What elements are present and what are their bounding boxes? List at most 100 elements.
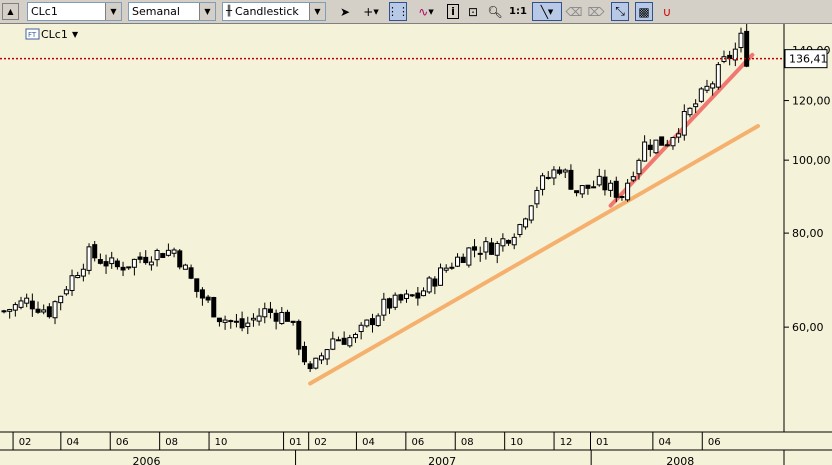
draw-lines-icon: ⤡	[615, 4, 625, 18]
candle	[52, 300, 58, 325]
candle	[307, 361, 313, 372]
candle-body	[664, 144, 670, 147]
snap-button[interactable]: ▩	[635, 2, 653, 21]
candle-body	[489, 242, 495, 255]
x-tick-label: 01	[289, 437, 302, 448]
candle-body	[438, 267, 444, 286]
candle-body	[352, 333, 358, 339]
candle-body	[704, 85, 710, 91]
candle	[364, 319, 370, 328]
chart-type-combo[interactable]: ╫ Candlestick ▼	[222, 2, 326, 21]
candle-body	[698, 88, 704, 102]
candle	[528, 205, 534, 224]
candle-body	[148, 261, 154, 266]
candle	[557, 166, 563, 176]
candle	[409, 294, 415, 298]
candle	[426, 276, 432, 294]
candle-body	[358, 324, 364, 333]
eraser-button[interactable]: ⌫	[565, 2, 583, 21]
candle-body	[301, 345, 307, 363]
grid-toggle-button[interactable]: ⋮⋮	[387, 2, 409, 21]
price-chart[interactable]: 60,0080,00100,00120,00140,00136,41 02040…	[0, 24, 832, 465]
candlestick-icon: ╫	[226, 6, 233, 17]
candle-body	[404, 293, 410, 299]
chevron-down-icon[interactable]: ▼	[105, 3, 121, 20]
symbol-combo[interactable]: CLc1 ▼	[27, 2, 122, 21]
chart-type-value: Candlestick	[235, 5, 299, 18]
candle-body	[710, 83, 716, 89]
zoom-button[interactable]: 🔍︎	[486, 2, 504, 21]
instrument-legend-label: CLc1	[41, 28, 68, 41]
y-tick-label: 80,00	[792, 227, 824, 240]
chevron-down-icon[interactable]: ▼	[309, 3, 325, 20]
magnet-icon: ∪	[662, 4, 672, 19]
x-tick-label: 12	[560, 437, 573, 448]
candle	[171, 247, 177, 258]
candle-body	[171, 249, 177, 254]
trendlines	[308, 52, 760, 386]
candle	[1, 309, 7, 314]
candle-body	[585, 184, 591, 189]
candle	[506, 239, 512, 246]
candle-body	[35, 308, 41, 313]
candle-body	[551, 169, 557, 179]
candle	[131, 258, 137, 276]
candle-body	[12, 304, 18, 311]
line-tool-button[interactable]: ╲ ▼	[532, 2, 562, 21]
candle	[301, 341, 307, 366]
magnet-button[interactable]: ∪	[658, 2, 676, 21]
candle-body	[619, 195, 625, 198]
chevron-down-icon[interactable]: ▼	[72, 30, 79, 39]
trendline	[308, 124, 760, 386]
candle-body	[574, 190, 580, 194]
chevron-down-icon: ▼	[373, 7, 379, 16]
candle-body	[653, 139, 659, 154]
candle	[681, 104, 687, 141]
candle	[579, 185, 585, 198]
candle-body	[472, 246, 478, 251]
candle-body	[137, 256, 143, 260]
zoom-reset-button[interactable]: 1:1	[507, 2, 529, 21]
candle	[69, 269, 75, 296]
candle-body	[109, 257, 115, 265]
candle-body	[636, 159, 642, 175]
instrument-legend[interactable]: FT CLc1 ▼	[25, 28, 79, 41]
studies-button[interactable]: ∿ ▼	[413, 2, 439, 21]
zoom-box-button[interactable]: ⊡	[464, 2, 482, 21]
candle	[438, 263, 444, 286]
chevron-down-icon[interactable]: ▼	[199, 3, 215, 20]
candle	[545, 171, 551, 180]
candle-body	[517, 224, 523, 235]
toolbar: ▲ CLc1 ▼ Semanal ▼ ╫ Candlestick ▼ ➤ + ▼ …	[0, 0, 832, 24]
x-tick-label: 02	[19, 437, 32, 448]
info-button[interactable]: i	[444, 2, 462, 21]
candle	[267, 301, 273, 319]
x-tick-label: 02	[314, 437, 327, 448]
candle-body	[97, 259, 103, 264]
period-combo[interactable]: Semanal ▼	[128, 2, 216, 21]
candle	[211, 296, 217, 318]
pointer-tool-button[interactable]: ➤	[336, 2, 354, 21]
draw-mode-button[interactable]: ⤡	[611, 2, 629, 21]
candle	[143, 250, 149, 265]
candle	[58, 295, 64, 311]
collapse-toolbar-button[interactable]: ▲	[2, 3, 19, 20]
candle	[256, 308, 262, 326]
candle-body	[46, 306, 52, 318]
crosshair-tool-button[interactable]: + ▼	[358, 2, 384, 21]
candle	[188, 264, 194, 280]
candle	[500, 233, 506, 252]
candle	[120, 261, 126, 277]
time-axis: 02 04 06 08 10 01 02 04 06 08 10 12 01 04 06 2006 2007 20…	[0, 431, 832, 465]
candle-body	[557, 169, 563, 174]
candle	[233, 313, 239, 328]
candle-body	[296, 320, 302, 350]
y-tick-label: 120,00	[792, 95, 831, 108]
candle-body	[80, 268, 86, 277]
candle-body	[494, 242, 500, 256]
candle	[103, 254, 109, 274]
candle-body	[262, 308, 268, 318]
x-year-label: 2007	[428, 455, 456, 465]
erase-all-button[interactable]: ⌦	[587, 2, 605, 21]
x-tick-label: 04	[658, 437, 671, 448]
